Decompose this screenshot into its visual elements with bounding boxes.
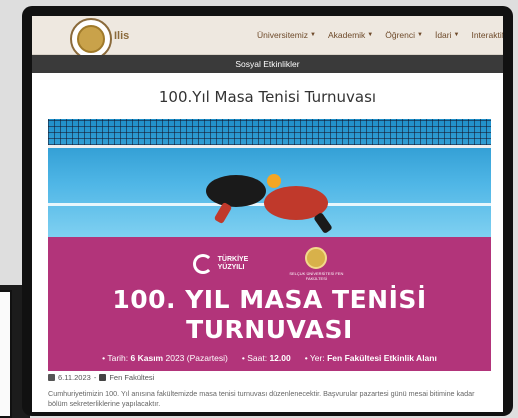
post-description: Cumhuriyetimizin 100. Yıl anısına fakült… (48, 389, 475, 408)
event-poster: TÜRKİYE YÜZYILI SELÇUK ÜNİVERSİTESİ FEN … (48, 119, 491, 371)
menu-item-label: Akademik (327, 30, 366, 40)
turkiye-yuzyili-logo: TÜRKİYE YÜZYILI (192, 254, 249, 274)
poster-headline: 100. YIL MASA TENİSİ TURNUVASI (48, 285, 491, 345)
fen-logo-text: SELÇUK ÜNİVERSİTESİ FEN FAKÜLTESİ (289, 271, 344, 281)
menu-item-label: Interaktif (471, 30, 503, 40)
faculty-seal-icon (305, 247, 328, 269)
ping-pong-paddles-icon (206, 174, 332, 233)
caret-down-icon: ▼ (367, 32, 374, 38)
calendar-icon (48, 374, 55, 381)
menu-item-label: Üniversitemiz (257, 30, 309, 40)
headline-line1: 100. YIL MASA TENİSİ (112, 285, 427, 314)
ty-line1: TÜRKİYE (217, 256, 249, 263)
menu-item-label: Öğrenci (385, 30, 416, 40)
menu-item-akademik[interactable]: Akademik ▼ (328, 30, 373, 40)
table-net (48, 119, 491, 148)
poster-time: • Saat: 12.00 (241, 353, 291, 363)
poster-date: • Tarih: 6 Kasım 2023 (Pazartesi) (102, 353, 228, 363)
section-title: Sosyal Etkinlikler (235, 59, 300, 69)
caret-down-icon: ▼ (417, 32, 423, 38)
poster-info-panel: TÜRKİYE YÜZYILI SELÇUK ÜNİVERSİTESİ FEN … (48, 237, 491, 371)
menu-item-idari[interactable]: İdari ▼ (435, 30, 460, 40)
menu-item-label: İdari (434, 30, 452, 40)
ty-line2: YÜZYILI (217, 264, 245, 271)
post-meta: 6.11.2023 - Fen Fakültesi (48, 373, 154, 382)
section-bar: Sosyal Etkinlikler (32, 55, 503, 73)
page-title: 100.Yıl Masa Tenisi Turnuvası (158, 88, 377, 106)
university-logo[interactable] (70, 18, 112, 60)
poster-photo (48, 119, 491, 237)
top-navigation: Ilis Üniversitemiz ▼ Akademik ▼ Öğrenci … (32, 16, 503, 60)
menu-item-ogrenci[interactable]: Öğrenci ▼ (385, 30, 423, 40)
meta-separator: - (93, 373, 97, 382)
post-date: 6.11.2023 (58, 373, 91, 382)
poster-logos: TÜRKİYE YÜZYILI SELÇUK ÜNİVERSİTESİ FEN … (48, 247, 491, 281)
poster-details: • Tarih: 6 Kasım 2023 (Pazartesi) • Saat… (48, 353, 491, 363)
device-frame: Ilis Üniversitemiz ▼ Akademik ▼ Öğrenci … (22, 6, 513, 416)
menu-item-interaktif[interactable]: Interaktif (471, 30, 503, 40)
caret-down-icon: ▼ (310, 32, 316, 38)
logo-text: Ilis (114, 30, 130, 42)
fen-fakultesi-logo: SELÇUK ÜNİVERSİTESİ FEN FAKÜLTESİ (286, 247, 346, 281)
crescent-icon (192, 254, 213, 274)
main-menu: Üniversitemiz ▼ Akademik ▼ Öğrenci ▼ İda… (257, 30, 503, 40)
post-category[interactable]: Fen Fakültesi (109, 373, 154, 382)
menu-item-universitemiz[interactable]: Üniversitemiz ▼ (257, 30, 316, 40)
background-card-left (0, 290, 12, 418)
university-seal-icon (77, 25, 105, 53)
browser-screen: Ilis Üniversitemiz ▼ Akademik ▼ Öğrenci … (32, 16, 503, 412)
category-icon (99, 374, 107, 381)
caret-down-icon: ▼ (453, 32, 460, 38)
headline-line2: TURNUVASI (186, 315, 353, 344)
poster-place: • Yer: Fen Fakültesi Etkinlik Alanı (304, 353, 437, 363)
